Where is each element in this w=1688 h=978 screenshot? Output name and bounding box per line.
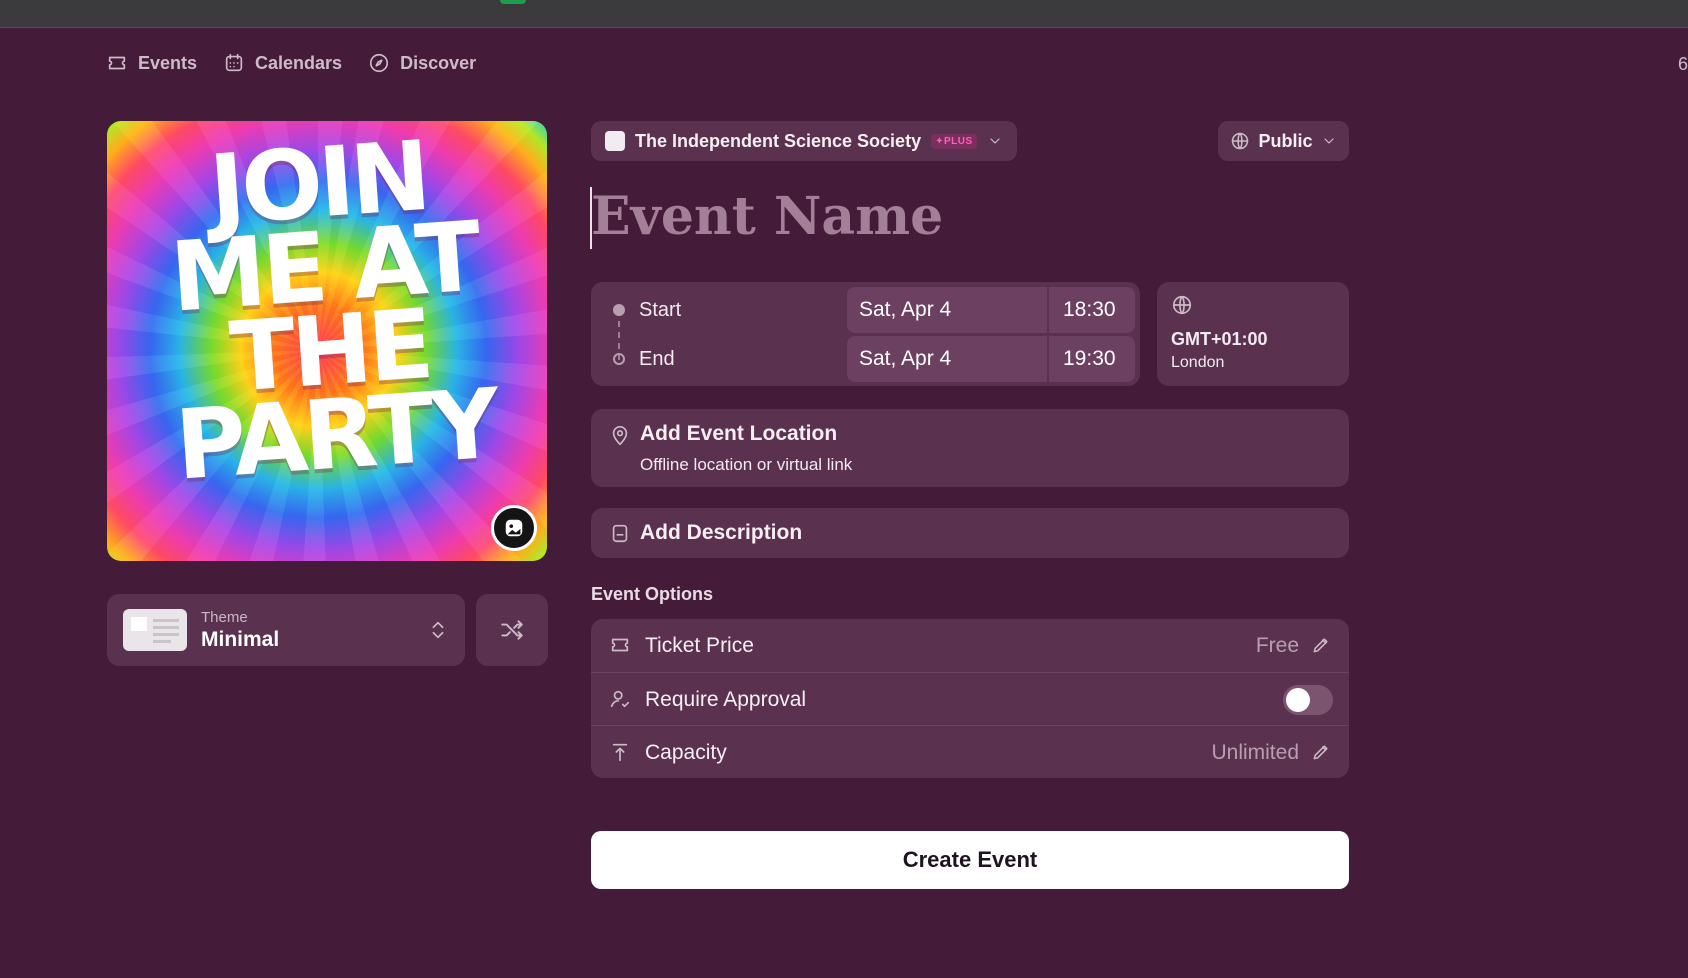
capacity-row[interactable]: Capacity Unlimited (591, 725, 1349, 778)
chevron-down-icon (990, 138, 1000, 144)
text-caret (590, 187, 592, 249)
start-date-picker[interactable]: Sat, Apr 4 (847, 287, 1047, 333)
location-subtitle: Offline location or virtual link (640, 455, 853, 474)
image-icon (505, 519, 523, 537)
require-approval-toggle[interactable] (1283, 685, 1333, 715)
top-nav: Events Calendars Discover (106, 52, 476, 74)
description-title: Add Description (640, 521, 803, 544)
nav-discover-label: Discover (400, 52, 477, 73)
ticket-price-value: Free (1255, 634, 1299, 657)
end-time-picker[interactable]: 19:30 (1049, 336, 1135, 382)
timezone-offset: GMT+01:00 (1171, 329, 1268, 349)
event-options-heading: Event Options (591, 584, 714, 604)
theme-thumbnail (123, 609, 187, 651)
start-dot (613, 304, 625, 316)
end-dot (613, 353, 625, 365)
ticket-icon (108, 56, 126, 70)
theme-value: Minimal (201, 627, 280, 651)
ticket-price-row[interactable]: Ticket Price Free (591, 619, 1349, 672)
change-cover-button[interactable] (491, 505, 537, 551)
calendar-name: The Independent Science Society (635, 130, 922, 151)
user-check-icon (610, 690, 630, 708)
shuffle-theme-button[interactable] (476, 594, 548, 666)
ticket-price-label: Ticket Price (645, 634, 754, 657)
compass-icon (370, 53, 389, 73)
map-pin-icon (612, 426, 628, 446)
timezone-selector[interactable]: GMT+01:00 London (1157, 282, 1349, 386)
add-description-button[interactable]: Add Description (591, 508, 1349, 558)
visibility-selector[interactable]: Public (1218, 121, 1349, 161)
toggle-knob (1286, 688, 1310, 712)
pencil-icon[interactable] (1311, 635, 1331, 655)
theme-label: Theme (201, 608, 248, 626)
shuffle-icon (501, 620, 523, 640)
end-label: End (639, 348, 675, 370)
create-event-button[interactable]: Create Event (591, 831, 1349, 889)
calendar-logo (605, 131, 625, 151)
end-row: End Sat, Apr 4 19:30 (591, 336, 1140, 382)
chevron-up-down-icon (432, 621, 444, 639)
ticket-icon (611, 638, 629, 652)
chevron-down-icon (1323, 138, 1334, 144)
start-label: Start (639, 299, 682, 321)
datetime-panel: Start Sat, Apr 4 18:30 End Sat, Apr 4 19… (591, 282, 1140, 386)
pencil-icon[interactable] (1311, 742, 1331, 762)
require-approval-label: Require Approval (645, 688, 807, 711)
capacity-value: Unlimited (1211, 741, 1299, 764)
browser-top-strip (0, 0, 1688, 28)
cover-image[interactable]: JOIN ME AT THE PARTY (107, 121, 547, 561)
require-approval-row: Require Approval (591, 672, 1349, 725)
theme-selector[interactable]: Theme Minimal (107, 594, 465, 666)
event-name-input[interactable] (591, 186, 1351, 247)
timezone-city: London (1171, 354, 1225, 371)
nav-calendars[interactable]: Calendars (223, 52, 342, 74)
start-time-picker[interactable]: 18:30 (1049, 287, 1135, 333)
location-title: Add Event Location (640, 422, 838, 445)
end-date-picker[interactable]: Sat, Apr 4 (847, 336, 1047, 382)
globe-icon (1172, 295, 1192, 315)
capacity-icon (612, 743, 628, 762)
capacity-label: Capacity (645, 741, 727, 764)
calendar-icon (225, 53, 243, 72)
document-icon (612, 524, 628, 543)
cover-text: JOIN ME AT THE PARTY (107, 121, 547, 502)
start-row: Start Sat, Apr 4 18:30 (591, 287, 1140, 333)
nav-edge-text: 6 (1678, 54, 1688, 74)
visibility-label: Public (1258, 130, 1313, 151)
globe-icon (1232, 132, 1249, 150)
nav-calendars-label: Calendars (255, 52, 343, 73)
nav-discover[interactable]: Discover (368, 52, 476, 74)
cover-line-4: PARTY (172, 367, 500, 502)
add-location-button[interactable]: Add Event Location Offline location or v… (591, 409, 1349, 487)
event-options-panel: Ticket Price Free Require Approval Capac… (591, 619, 1349, 778)
nav-events[interactable]: Events (106, 52, 197, 74)
tab-indicator (500, 0, 526, 4)
plus-badge: ✦PLUS (931, 133, 977, 149)
calendar-selector[interactable]: The Independent Science Society ✦PLUS (591, 121, 1017, 161)
nav-events-label: Events (138, 52, 198, 73)
